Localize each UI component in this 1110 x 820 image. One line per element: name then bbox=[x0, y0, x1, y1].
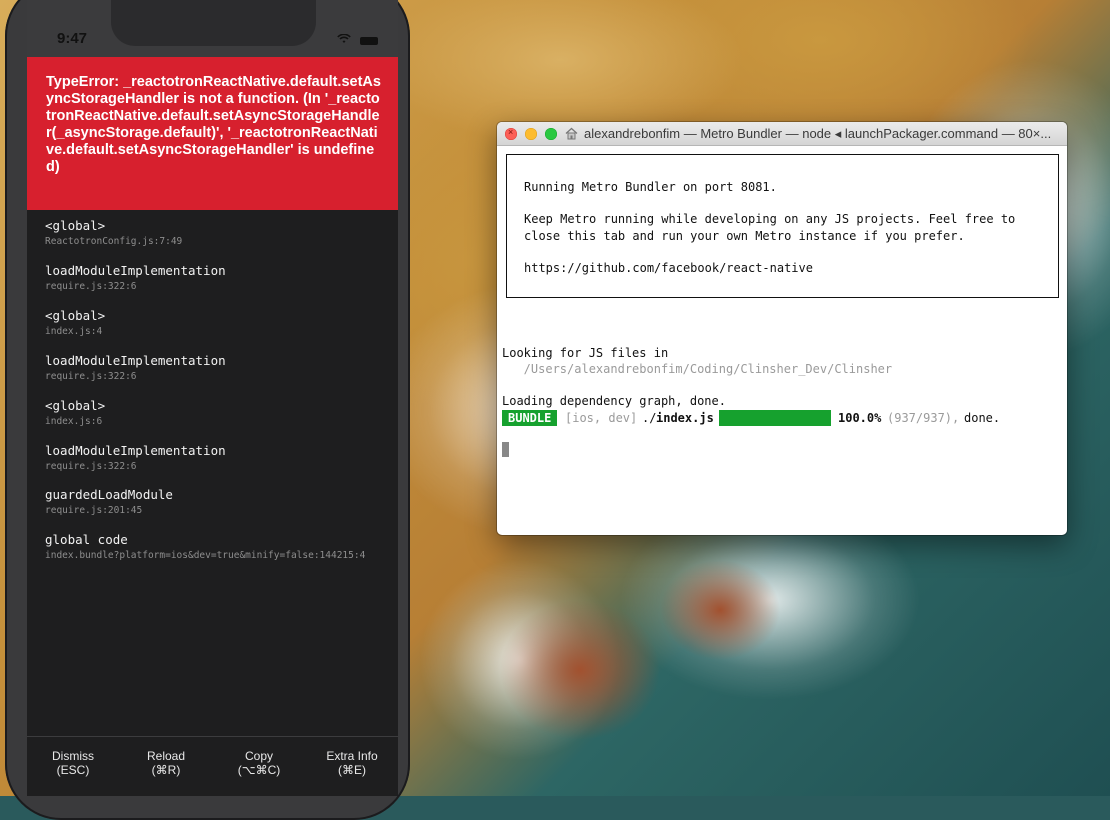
redbox-footer: Dismiss (ESC) Reload (⌘R) Copy (⌥⌘C) Ext… bbox=[27, 736, 398, 796]
stack-frame[interactable]: loadModuleImplementation require.js:322:… bbox=[45, 353, 226, 382]
stack-frame-function: loadModuleImplementation bbox=[45, 263, 226, 278]
copy-label: Copy bbox=[244, 749, 273, 763]
battery-icon bbox=[360, 36, 378, 45]
project-path: /Users/alexandrebonfim/Coding/Clinsher_D… bbox=[502, 362, 893, 376]
iphone-simulator: 9:47 TypeError: _reactotronReactNative.d… bbox=[5, 0, 410, 820]
dismiss-shortcut: (ESC) bbox=[56, 763, 90, 777]
close-icon: × bbox=[508, 127, 514, 137]
stack-frame-function: <global> bbox=[45, 218, 106, 233]
phone-notch bbox=[111, 0, 316, 46]
bundle-progress-bar bbox=[719, 410, 831, 426]
extra-info-button[interactable]: Extra Info (⌘E) bbox=[306, 749, 398, 777]
stack-frame-location: index.js:4 bbox=[45, 326, 103, 337]
stack-frame-function: guardedLoadModule bbox=[45, 487, 173, 502]
stack-frame[interactable]: guardedLoadModule require.js:201:45 bbox=[45, 487, 173, 516]
bundle-done: done. bbox=[964, 411, 1001, 425]
stack-frame-function: loadModuleImplementation bbox=[45, 353, 226, 368]
terminal-output[interactable]: Running Metro Bundler on port 8081. Keep… bbox=[497, 146, 1067, 535]
stack-frame[interactable]: <global> index.js:4 bbox=[45, 308, 105, 337]
window-close-button[interactable]: × bbox=[505, 127, 517, 140]
stack-frame-function: global code bbox=[45, 532, 128, 547]
metro-info-line: Keep Metro running while developing on a… bbox=[524, 212, 1016, 226]
window-title: alexandrebonfim — Metro Bundler — node ◂… bbox=[584, 126, 1052, 141]
extra-info-label: Extra Info bbox=[326, 749, 378, 763]
terminal-cursor bbox=[502, 442, 509, 457]
bundle-platform: [ios, dev] bbox=[565, 411, 638, 425]
reload-button[interactable]: Reload (⌘R) bbox=[120, 749, 212, 777]
metro-port-line: Running Metro Bundler on port 8081. bbox=[524, 180, 777, 194]
metro-link-line: https://github.com/facebook/react-native bbox=[524, 261, 813, 275]
stack-frame[interactable]: loadModuleImplementation require.js:322:… bbox=[45, 263, 226, 292]
terminal-window: × alexandrebonfim — Metro Bundler — node… bbox=[497, 122, 1067, 535]
stack-frame[interactable]: <global> index.js:6 bbox=[45, 398, 105, 427]
stack-frame-location: index.js:6 bbox=[45, 416, 103, 427]
dismiss-button[interactable]: Dismiss (ESC) bbox=[27, 749, 119, 777]
status-bar: 9:47 bbox=[27, 0, 398, 57]
stack-frame-function: loadModuleImplementation bbox=[45, 443, 226, 458]
home-folder-icon bbox=[565, 127, 578, 140]
loading-line: Loading dependency graph, done. bbox=[502, 394, 726, 408]
reload-shortcut: (⌘R) bbox=[151, 763, 181, 777]
stack-frame-function: <global> bbox=[45, 398, 106, 413]
copy-button[interactable]: Copy (⌥⌘C) bbox=[213, 749, 305, 777]
copy-shortcut: (⌥⌘C) bbox=[237, 763, 281, 777]
bundle-file-prefix: ./ bbox=[642, 411, 657, 425]
metro-info-line: close this tab and run your own Metro in… bbox=[524, 229, 965, 243]
stack-frame-function: <global> bbox=[45, 308, 106, 323]
wallpaper-rock bbox=[500, 600, 660, 740]
status-time: 9:47 bbox=[57, 30, 88, 47]
stack-frame[interactable]: global code index.bundle?platform=ios&de… bbox=[45, 532, 365, 561]
dismiss-label: Dismiss bbox=[52, 749, 94, 763]
stack-frame-location: require.js:322:6 bbox=[45, 281, 137, 292]
error-message: TypeError: _reactotronReactNative.defaul… bbox=[46, 74, 381, 175]
extra-info-shortcut: (⌘E) bbox=[338, 763, 366, 777]
stack-frame[interactable]: loadModuleImplementation require.js:322:… bbox=[45, 443, 226, 472]
bundle-percent: 100.0% bbox=[838, 411, 882, 425]
window-titlebar[interactable]: × alexandrebonfim — Metro Bundler — node… bbox=[497, 122, 1067, 146]
redbox-error-banner: TypeError: _reactotronReactNative.defaul… bbox=[27, 57, 398, 210]
bundle-file: index.js bbox=[656, 411, 714, 425]
stack-frame-location: require.js:322:6 bbox=[45, 461, 137, 472]
reload-label: Reload bbox=[146, 749, 186, 763]
window-zoom-button[interactable] bbox=[545, 128, 557, 140]
stack-frame-location: index.bundle?platform=ios&dev=true&minif… bbox=[45, 550, 366, 561]
looking-line: Looking for JS files in bbox=[502, 346, 669, 360]
wallpaper-rock bbox=[660, 560, 780, 660]
bundle-count: (937/937), bbox=[887, 411, 960, 425]
stack-frame[interactable]: <global> ReactotronConfig.js:7:49 bbox=[45, 218, 182, 247]
stack-frame-location: ReactotronConfig.js:7:49 bbox=[45, 236, 183, 247]
simulator-screen: 9:47 TypeError: _reactotronReactNative.d… bbox=[27, 0, 398, 796]
stack-frame-location: require.js:201:45 bbox=[45, 505, 143, 516]
bundle-badge: BUNDLE bbox=[502, 410, 558, 426]
stack-frame-location: require.js:322:6 bbox=[45, 371, 137, 382]
wifi-icon bbox=[336, 33, 351, 47]
status-icons bbox=[331, 33, 378, 47]
metro-info-box: Running Metro Bundler on port 8081. Keep… bbox=[506, 154, 1059, 298]
window-minimize-button[interactable] bbox=[525, 128, 537, 140]
